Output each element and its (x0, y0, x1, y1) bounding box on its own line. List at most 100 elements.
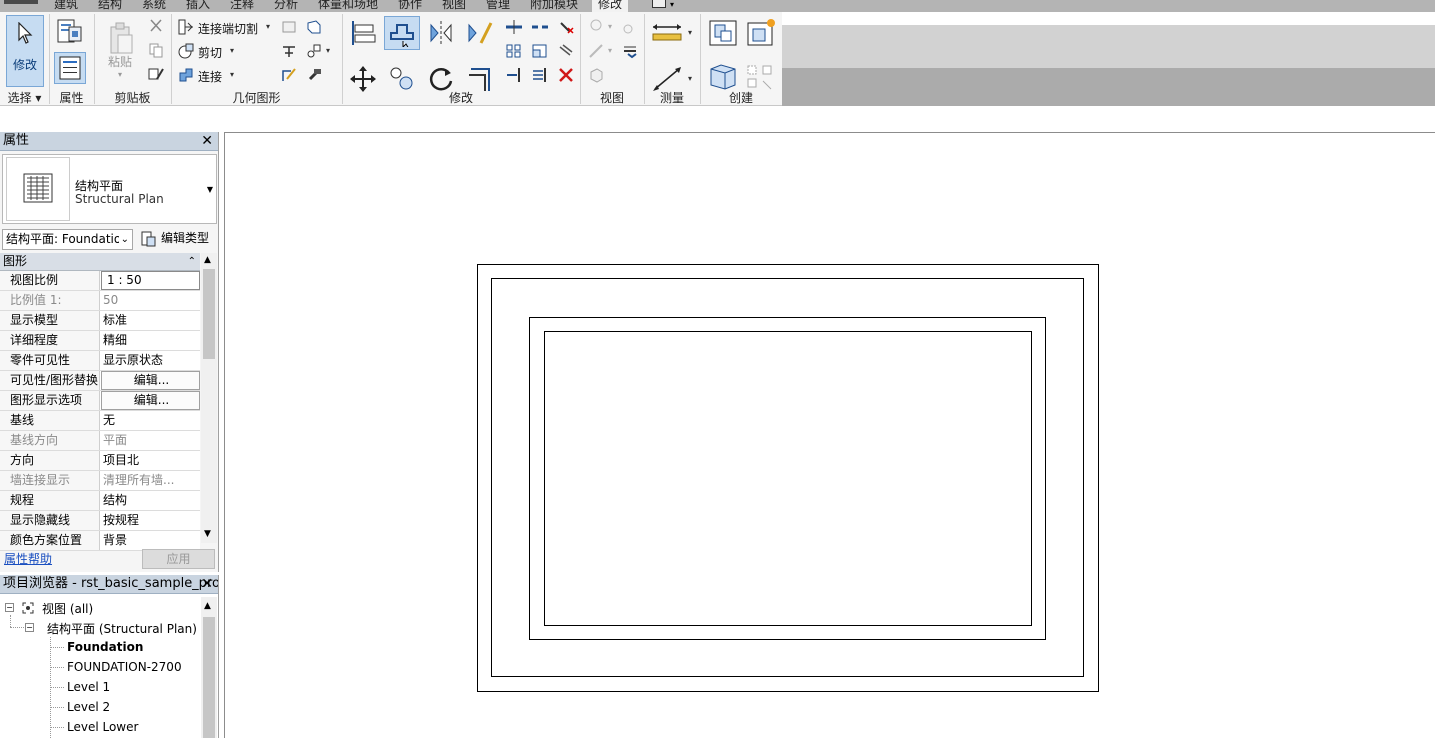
beam-column-join-icon[interactable] (280, 42, 298, 60)
prop-row-underlay[interactable]: 基线 无 (0, 411, 200, 431)
array-icon[interactable] (504, 42, 524, 60)
prop-value[interactable]: 精细 (101, 331, 200, 350)
prop-row-graphic-display[interactable]: 图形显示选项 编辑... (0, 391, 200, 411)
chevron-down-icon[interactable]: ▾ (608, 46, 612, 55)
vg-edit-button[interactable]: 编辑... (101, 371, 200, 390)
join-ends-icon[interactable] (305, 42, 323, 60)
type-selector[interactable]: 结构平面 Structural Plan ▼ (2, 154, 217, 224)
measure-between-references-icon[interactable] (650, 20, 684, 46)
match-properties-icon[interactable] (146, 64, 166, 84)
tab-systems[interactable]: 系统 (142, 0, 166, 12)
view-cube-icon[interactable] (586, 66, 606, 84)
prop-row-display-model[interactable]: 显示模型 标准 (0, 311, 200, 331)
chevron-down-icon[interactable]: ▾ (608, 22, 612, 31)
align-icon[interactable] (348, 18, 378, 48)
linework-icon[interactable] (586, 42, 606, 60)
prop-value[interactable]: 项目北 (101, 451, 200, 470)
prop-value[interactable]: 标准 (101, 311, 200, 330)
properties-help-link[interactable]: 属性帮助 (4, 550, 52, 567)
properties-scrollbar[interactable]: ▲ ▼ (201, 253, 217, 543)
wall-join-icon[interactable] (280, 18, 298, 36)
scroll-down-icon[interactable]: ▼ (204, 529, 211, 539)
collapse-toggle-icon[interactable]: − (25, 623, 34, 632)
project-browser-title-bar[interactable]: 项目浏览器 - rst_basic_sample_proj... ✕ (0, 575, 218, 594)
tab-add-ins[interactable]: 附加模块 (530, 0, 578, 12)
pin-icon[interactable] (556, 42, 576, 60)
chevron-down-icon[interactable]: ▾ (266, 22, 270, 31)
tab-collaborate[interactable]: 协作 (398, 0, 422, 12)
chevron-down-icon[interactable]: ⌄ (118, 230, 129, 249)
type-properties-icon[interactable] (54, 16, 86, 48)
drawing-canvas[interactable] (224, 132, 1435, 738)
create-similar-icon[interactable] (744, 62, 778, 92)
prop-row-discipline[interactable]: 规程 结构 (0, 491, 200, 511)
delete-icon[interactable] (556, 66, 576, 84)
split-element-icon[interactable] (504, 18, 524, 36)
scrollbar-thumb[interactable] (203, 617, 215, 738)
graphic-display-edit-button[interactable]: 编辑... (101, 391, 200, 410)
create-assembly-icon[interactable] (706, 16, 740, 50)
chevron-down-icon[interactable]: ▾ (670, 0, 674, 9)
scale-icon[interactable] (530, 42, 550, 60)
prop-row-detail-level[interactable]: 详细程度 精细 (0, 331, 200, 351)
modify-button[interactable]: 修改 (6, 15, 44, 87)
cope-icon[interactable] (177, 18, 195, 36)
cut-label[interactable]: 剪切 (198, 44, 222, 61)
tab-view[interactable]: 视图 (442, 0, 466, 12)
prop-row-view-scale[interactable]: 视图比例 1 : 50 (0, 271, 200, 291)
chevron-down-icon[interactable]: ▾ (688, 74, 692, 83)
mirror-pick-axis-icon[interactable] (426, 18, 456, 48)
prop-value[interactable]: 背景 (101, 531, 200, 550)
tab-structure[interactable]: 结构 (98, 0, 122, 12)
slab-outline[interactable] (544, 331, 1032, 626)
tab-insert[interactable]: 插入 (186, 0, 210, 12)
unpin-icon[interactable] (556, 18, 576, 36)
close-icon[interactable]: ✕ (201, 575, 213, 593)
foundation-outline-inner[interactable] (529, 317, 1046, 640)
plan-view-drawing[interactable] (225, 133, 1435, 739)
tree-item-level-2[interactable]: Level 2 (67, 700, 110, 714)
join-geometry-icon[interactable] (177, 66, 195, 84)
tree-item-level-lower[interactable]: Level Lower (67, 720, 138, 734)
close-icon[interactable]: ✕ (201, 132, 213, 150)
contextual-tab-icon[interactable] (652, 0, 666, 8)
panel-label-select[interactable]: 选择 ▾ (0, 90, 49, 106)
tree-item-level-1[interactable]: Level 1 (67, 680, 110, 694)
mirror-draw-axis-icon[interactable] (464, 18, 494, 48)
trim-extend-single-icon[interactable] (504, 66, 524, 84)
tab-massing-site[interactable]: 体量和场地 (318, 0, 378, 12)
tab-modify[interactable]: 修改 (592, 0, 629, 12)
tree-item-foundation-2700[interactable]: FOUNDATION-2700 (67, 660, 182, 674)
properties-palette-icon[interactable] (54, 52, 86, 84)
override-graphics-icon[interactable] (620, 18, 640, 36)
join-label[interactable]: 连接 (198, 68, 222, 85)
scroll-up-icon[interactable]: ▲ (204, 255, 211, 265)
properties-title-bar[interactable]: 属性 ✕ (0, 132, 218, 151)
create-group-icon[interactable] (706, 60, 740, 94)
split-with-gap-icon[interactable] (530, 18, 550, 36)
cut-scissors-icon[interactable] (146, 16, 166, 36)
chevron-down-icon[interactable]: ▾ (118, 70, 122, 79)
scroll-up-icon[interactable]: ▲ (204, 601, 211, 611)
prop-value[interactable]: 无 (101, 411, 200, 430)
line-styles-icon[interactable] (620, 42, 640, 60)
chevron-down-icon[interactable]: ▾ (230, 70, 234, 79)
trim-extend-multiple-icon[interactable] (530, 66, 550, 84)
copy-icon[interactable] (146, 40, 166, 60)
foundation-outline-outer[interactable] (491, 278, 1084, 677)
split-face-icon[interactable] (305, 18, 323, 36)
graphics-section-header[interactable]: 图形 ⌃ (0, 253, 200, 271)
hide-bulb-icon[interactable] (586, 18, 606, 36)
chevron-down-icon[interactable]: ▾ (230, 46, 234, 55)
apply-button[interactable]: 应用 (142, 549, 215, 569)
prop-row-vg-overrides[interactable]: 可见性/图形替换 编辑... (0, 371, 200, 391)
chevron-down-icon[interactable]: ▼ (207, 185, 213, 194)
prop-row-hidden-lines[interactable]: 显示隐藏线 按规程 (0, 511, 200, 531)
prop-row-parts-visibility[interactable]: 零件可见性 显示原状态 (0, 351, 200, 371)
tab-architecture[interactable]: 建筑 (54, 0, 78, 12)
prop-value[interactable]: 结构 (101, 491, 200, 510)
tree-item-foundation[interactable]: Foundation (67, 640, 143, 654)
prop-value[interactable]: 按规程 (101, 511, 200, 530)
prop-row-orientation[interactable]: 方向 项目北 (0, 451, 200, 471)
create-parts-icon[interactable] (744, 16, 778, 50)
